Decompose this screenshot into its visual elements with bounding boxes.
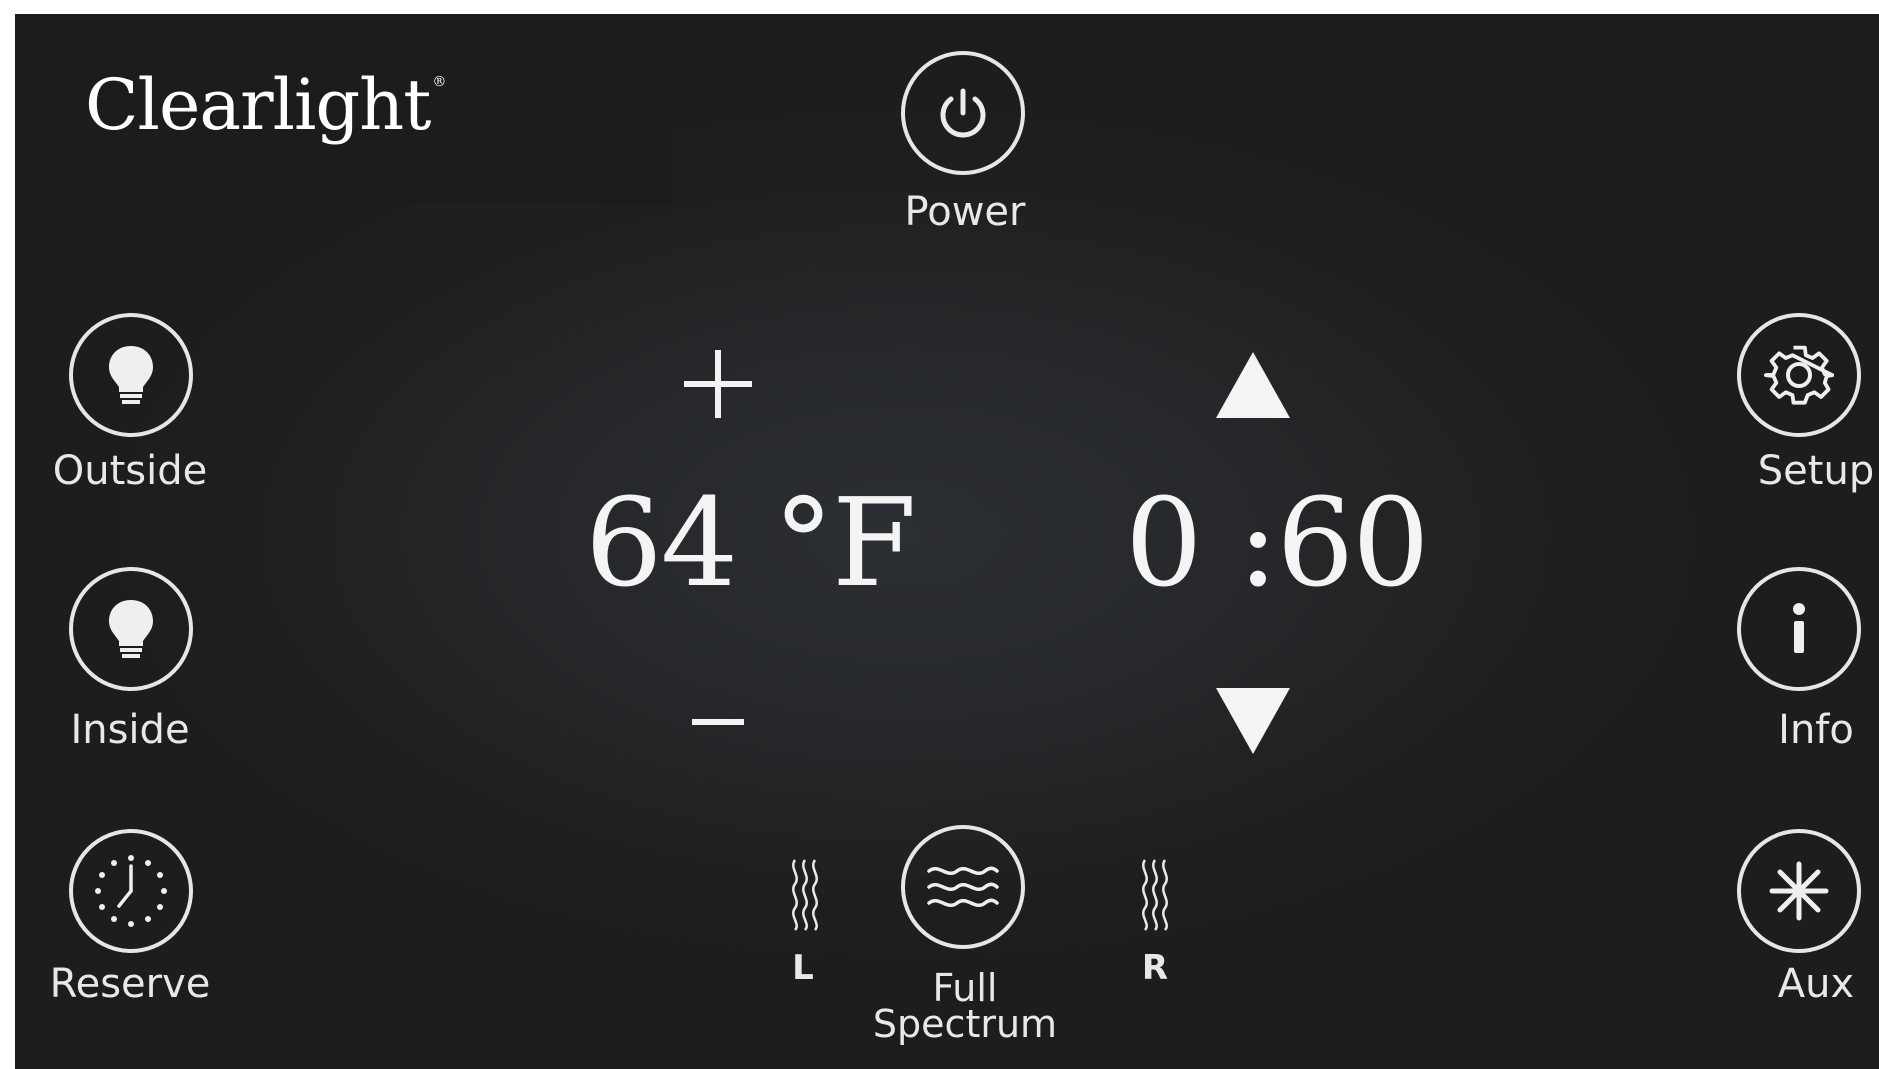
temperature-display: 64 °F (585, 472, 917, 614)
reserve-button[interactable] (69, 829, 193, 953)
power-icon (940, 88, 986, 138)
right-heater-label: R (1141, 948, 1169, 988)
left-heater-label: L (792, 948, 814, 988)
waves-icon (927, 866, 999, 907)
aux-button[interactable] (1737, 829, 1861, 953)
brand-name: Clearlight (85, 64, 431, 146)
full-spectrum-label-line1: Full (932, 966, 998, 1010)
right-heater-button[interactable] (1125, 854, 1185, 934)
timer-decrease-button[interactable] (1195, 674, 1311, 770)
asterisk-icon (1769, 861, 1829, 921)
brand-logo: Clearlight ® (85, 64, 446, 146)
setup-button[interactable] (1737, 313, 1861, 437)
full-spectrum-label: Full Spectrum (872, 966, 1058, 1046)
light-bulb-icon (109, 600, 153, 658)
triangle-down-icon (1216, 688, 1290, 754)
inside-label: Inside (70, 707, 190, 753)
info-button[interactable] (1737, 567, 1861, 691)
gear-icon (1764, 345, 1834, 405)
temperature-increase-button[interactable] (670, 336, 766, 432)
info-icon (1793, 603, 1805, 653)
full-spectrum-button[interactable] (901, 825, 1025, 949)
info-label: Info (1778, 707, 1854, 753)
timer-increase-button[interactable] (1195, 336, 1311, 432)
setup-label: Setup (1757, 448, 1875, 494)
power-button[interactable] (901, 51, 1025, 175)
left-heater-button[interactable] (775, 854, 835, 934)
triangle-up-icon (1216, 352, 1290, 418)
timer-display: 0 :60 (1125, 472, 1430, 614)
light-bulb-icon (109, 346, 153, 404)
outside-light-button[interactable] (69, 313, 193, 437)
minus-icon (692, 719, 744, 725)
reserve-label: Reserve (49, 961, 211, 1007)
registered-mark: ® (432, 74, 446, 90)
control-panel: Clearlight ® Power Outside Inside Reserv… (15, 14, 1879, 1069)
heat-waves-icon (792, 859, 818, 931)
temperature-decrease-button[interactable] (670, 674, 766, 770)
heat-waves-icon (1142, 859, 1168, 931)
inside-light-button[interactable] (69, 567, 193, 691)
power-label: Power (904, 189, 1026, 235)
clock-icon (95, 855, 167, 927)
outside-label: Outside (52, 448, 208, 494)
full-spectrum-label-line2: Spectrum (872, 1002, 1058, 1046)
aux-label: Aux (1777, 961, 1855, 1007)
plus-icon (684, 350, 752, 418)
